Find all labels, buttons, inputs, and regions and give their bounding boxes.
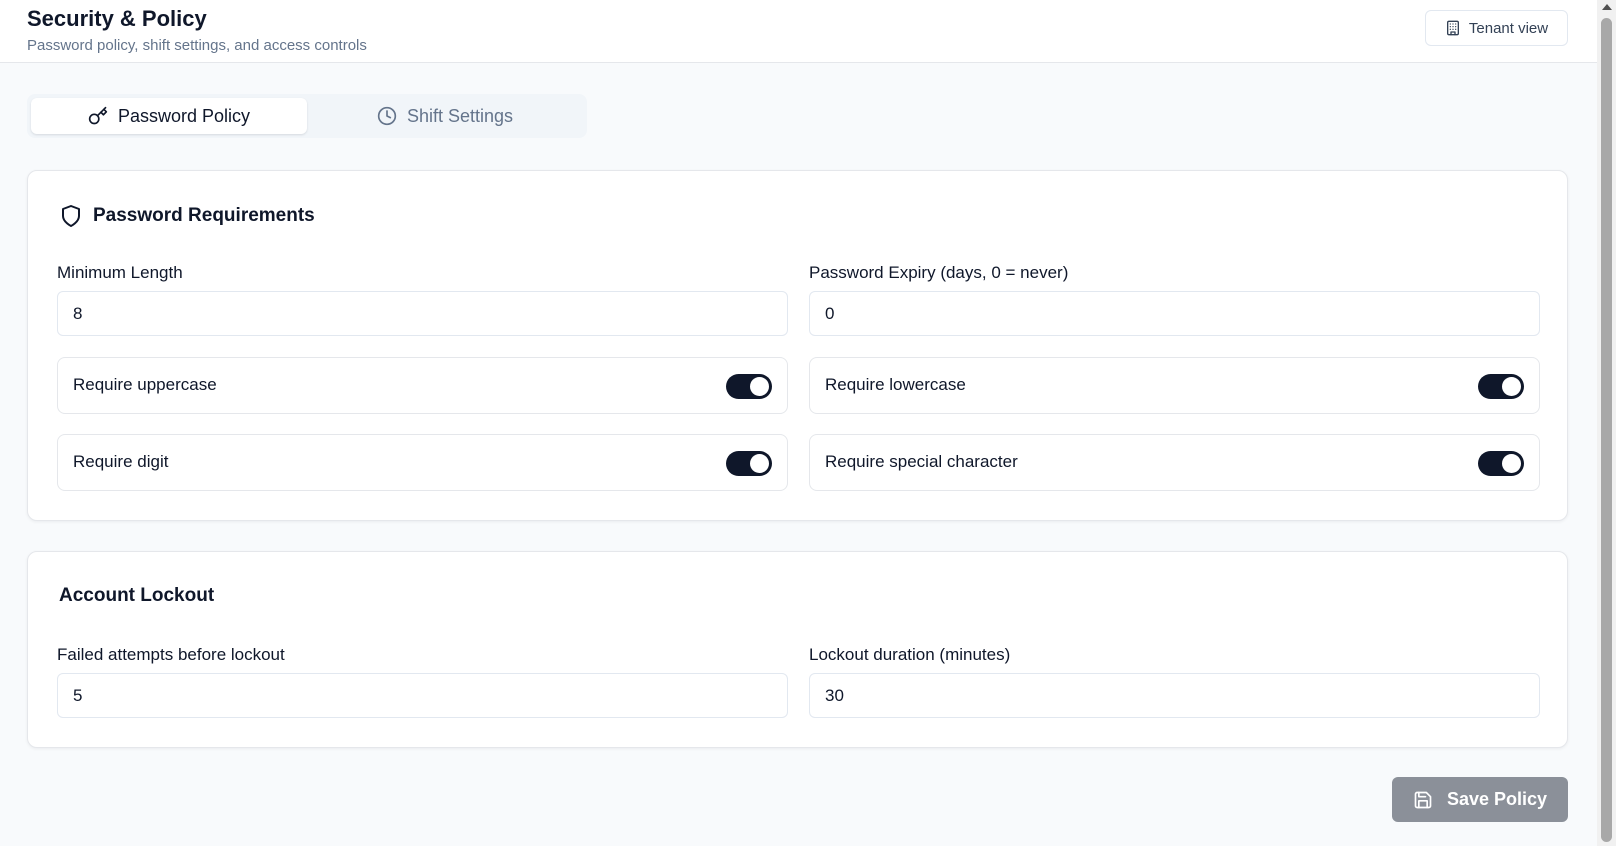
tab-password-policy[interactable]: Password Policy	[31, 98, 307, 134]
content-area: Security & Policy Password policy, shift…	[0, 0, 1597, 846]
shield-icon	[62, 205, 80, 227]
failed-attempts-field: Failed attempts before lockout	[57, 645, 788, 718]
scrollbar-thumb[interactable]	[1601, 18, 1612, 842]
page-subtitle: Password policy, shift settings, and acc…	[27, 37, 367, 54]
min-length-label: Minimum Length	[57, 263, 183, 282]
require-special-character-switch[interactable]	[1478, 451, 1524, 476]
page-header: Security & Policy Password policy, shift…	[0, 0, 1597, 63]
password-expiry-label: Password Expiry (days, 0 = never)	[809, 263, 1069, 282]
clock-icon	[377, 106, 397, 126]
key-icon	[88, 106, 108, 125]
password-expiry-input[interactable]	[809, 291, 1540, 336]
toggle-label: Require uppercase	[73, 375, 217, 394]
password-requirements-card: Password Requirements Minimum Length Pas…	[27, 170, 1568, 521]
save-policy-label: Save Policy	[1446, 789, 1548, 809]
toggle-label: Require lowercase	[825, 375, 966, 394]
min-length-input[interactable]	[57, 291, 788, 336]
policy-tabs: Password Policy Shift Settings	[27, 94, 587, 138]
password-requirements-heading: Password Requirements	[59, 204, 315, 228]
toggle-label: Require special character	[825, 452, 1018, 471]
lockout-duration-input[interactable]	[809, 673, 1540, 718]
save-policy-button[interactable]: Save Policy	[1392, 777, 1568, 822]
lockout-duration-field: Lockout duration (minutes)	[809, 645, 1540, 718]
account-lockout-card: Account Lockout Failed attempts before l…	[27, 551, 1568, 748]
tab-shift-settings[interactable]: Shift Settings	[307, 98, 583, 134]
require-lowercase-switch[interactable]	[1478, 374, 1524, 399]
require-uppercase-switch[interactable]	[726, 374, 772, 399]
switch-knob	[750, 377, 769, 396]
tab-label: Password Policy	[117, 105, 251, 126]
require-digit-switch[interactable]	[726, 451, 772, 476]
min-length-field: Minimum Length	[57, 263, 788, 336]
switch-knob	[750, 454, 769, 473]
building-icon	[1446, 20, 1459, 36]
password-expiry-field: Password Expiry (days, 0 = never)	[809, 263, 1540, 336]
security-policy-page: Security & Policy Password policy, shift…	[0, 0, 1616, 846]
require-uppercase-row: Require uppercase	[57, 357, 788, 414]
account-lockout-heading: Account Lockout	[59, 585, 215, 606]
switch-knob	[1502, 377, 1521, 396]
lockout-duration-label: Lockout duration (minutes)	[809, 645, 1011, 664]
switch-knob	[1502, 454, 1521, 473]
vertical-scrollbar[interactable]	[1597, 0, 1616, 846]
save-icon	[1414, 791, 1432, 808]
failed-attempts-input[interactable]	[57, 673, 788, 718]
require-lowercase-row: Require lowercase	[809, 357, 1540, 414]
failed-attempts-label: Failed attempts before lockout	[57, 645, 285, 664]
page-title: Security & Policy	[27, 6, 207, 31]
tab-label: Shift Settings	[406, 105, 514, 126]
card-title-text: Password Requirements	[93, 205, 315, 226]
require-special-character-row: Require special character	[809, 434, 1540, 491]
toggle-label: Require digit	[73, 452, 169, 471]
require-digit-row: Require digit	[57, 434, 788, 491]
scroll-up-arrow-icon[interactable]	[1602, 4, 1612, 10]
tenant-view-label: Tenant view	[1468, 19, 1549, 37]
tenant-view-button[interactable]: Tenant view	[1425, 10, 1568, 46]
